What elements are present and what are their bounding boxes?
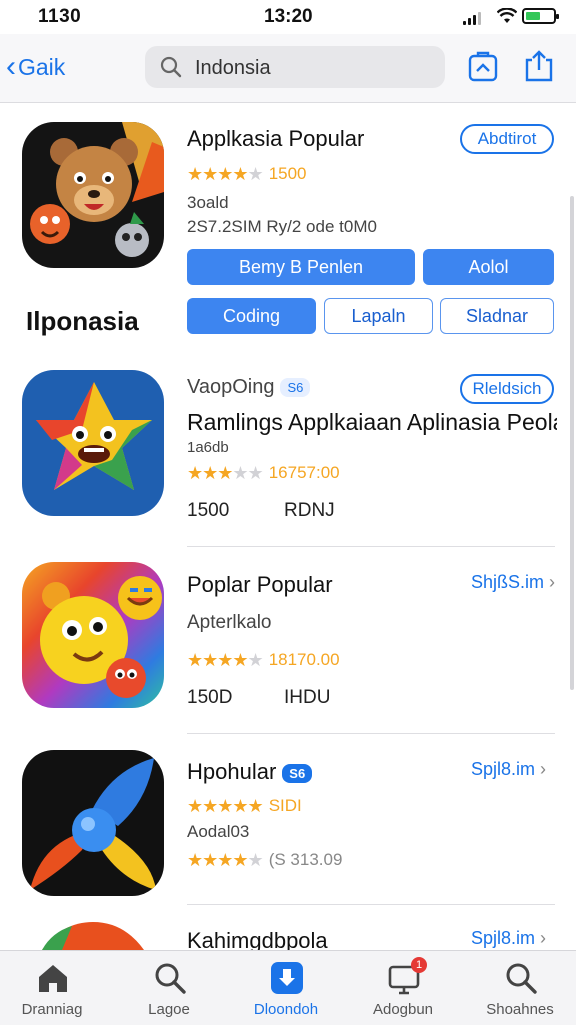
app-size: 1500 <box>187 500 230 521</box>
rating-count: 1500 <box>268 164 307 183</box>
tab-label: Adogbun <box>372 1001 434 1018</box>
signal-icon <box>463 12 485 25</box>
app-subtitle: Apterlkalo <box>187 612 272 633</box>
rating-secondary: ★★★★ ★ (S 313.09 <box>187 849 343 870</box>
see-link[interactable]: Spjl8.im › <box>471 759 546 780</box>
age-badge: S6 <box>282 763 313 783</box>
tab-search-2[interactable]: Shoahnes <box>470 951 570 1025</box>
tag-button-coding[interactable]: Coding <box>187 298 316 334</box>
see-link[interactable]: Spjl8.im › <box>471 928 546 949</box>
star-face-app-icon[interactable] <box>22 370 164 516</box>
chevron-right-icon: › <box>549 572 556 592</box>
search-icon <box>155 963 186 994</box>
tab-label: Shoahnes <box>486 1001 554 1018</box>
app-developer: VaopOing S6 <box>187 376 311 399</box>
tab-label: Dranniag <box>21 1001 83 1018</box>
app-subtitle: 1a6db <box>187 439 229 456</box>
app-format: RDNJ <box>284 500 335 521</box>
rating-price: (S 313.09 <box>268 850 343 869</box>
app-subtitle: 3oald <box>187 193 229 212</box>
see-link-text: Spjl8.im <box>471 928 536 948</box>
rating-count: 16757:00 <box>268 463 340 482</box>
app-developer-text: VaopOing <box>187 376 275 398</box>
tag-button-lapaln[interactable]: Lapaln <box>324 298 433 334</box>
tab-download[interactable]: Dloondoh <box>236 951 336 1025</box>
battery-icon <box>522 8 559 24</box>
app-title-text: Hpohular <box>187 759 277 784</box>
back-label: Gaik <box>18 53 66 80</box>
rating: ★★★★ ★ 18170.00 <box>187 649 340 670</box>
wifi-icon <box>497 8 517 23</box>
status-time: 13:20 <box>264 6 313 27</box>
get-button[interactable]: Abdtirot <box>460 124 554 154</box>
chevron-left-icon: ‹ <box>6 50 16 83</box>
emoji-app-icon[interactable] <box>22 562 164 708</box>
notification-badge: 1 <box>411 957 427 973</box>
app-format: IHDU <box>284 687 331 708</box>
bear-app-icon[interactable] <box>22 122 164 268</box>
app-size: 150D <box>187 687 233 708</box>
status-left-text: 1130 <box>38 6 82 27</box>
rating: ★★★★★ SIDI <box>187 795 302 816</box>
age-badge: S6 <box>280 378 311 398</box>
tab-label: Lagoe <box>148 1001 190 1018</box>
see-link-text: Spjl8.im <box>471 759 536 779</box>
see-link-text: ShjßS.im <box>471 572 545 592</box>
tab-home[interactable]: Dranniag <box>2 951 102 1025</box>
propeller-app-icon[interactable] <box>22 750 164 896</box>
chevron-right-icon: › <box>540 759 547 779</box>
tab-bar: Dranniag Lagoe Dloondoh 1 Adogbun Shoahn… <box>0 950 576 1025</box>
search-icon <box>160 56 182 78</box>
see-link[interactable]: ShjßS.im › <box>471 572 555 593</box>
rating-count: SIDI <box>268 796 302 815</box>
app-meta: 2S7.2SIM Ry/2 ode t0M0 <box>187 217 377 236</box>
row-divider <box>187 904 555 905</box>
action-button-primary[interactable]: Bemy B Penlen <box>187 249 415 285</box>
action-button-secondary[interactable]: Aolol <box>423 249 554 285</box>
share-box-icon[interactable] <box>468 50 498 82</box>
tab-label: Dloondoh <box>253 1001 319 1018</box>
upload-icon[interactable] <box>524 50 554 82</box>
search-field[interactable] <box>145 46 445 88</box>
app-icon-partial[interactable] <box>22 922 164 950</box>
chevron-right-icon: › <box>540 928 547 948</box>
rating-count: 18170.00 <box>268 650 340 669</box>
search-icon <box>506 963 537 994</box>
section-label: Ilponasia <box>26 306 139 336</box>
search-input[interactable] <box>193 54 437 82</box>
rating: ★★★ ★★ 16757:00 <box>187 462 340 483</box>
row-divider <box>187 546 555 547</box>
tag-button-sladnar[interactable]: Sladnar <box>440 298 554 334</box>
nav-bar: ‹ Gaik <box>0 34 576 103</box>
rating: ★★★★ ★ 1500 <box>187 163 307 184</box>
back-button[interactable]: ‹ Gaik <box>6 52 65 82</box>
app-title: Applkasia Popular <box>187 126 365 151</box>
row-divider <box>187 733 555 734</box>
download-icon <box>271 962 303 994</box>
app-title: Poplar Popular <box>187 572 333 597</box>
app-headline: Ramlings Applkaiaan Aplinasia Peolan <box>187 409 557 435</box>
tab-updates[interactable]: 1 Adogbun <box>353 951 453 1025</box>
app-title: Hpohular S6 <box>187 759 313 785</box>
tab-search[interactable]: Lagoe <box>119 951 219 1025</box>
status-bar: 1130 13:20 <box>0 0 576 34</box>
get-button[interactable]: Rleldsich <box>460 374 554 404</box>
app-subtitle: Aodal03 <box>187 822 250 841</box>
scrollbar[interactable] <box>570 196 574 690</box>
home-icon <box>39 965 67 992</box>
